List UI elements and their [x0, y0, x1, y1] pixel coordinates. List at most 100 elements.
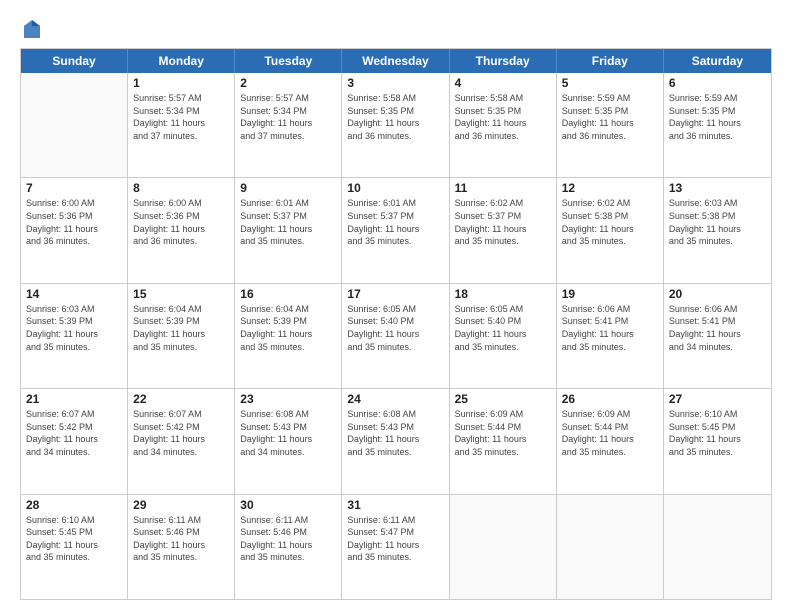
cell-info-text: Sunrise: 5:59 AM Sunset: 5:35 PM Dayligh… — [669, 92, 766, 142]
cell-date-number: 18 — [455, 287, 551, 301]
cell-date-number: 20 — [669, 287, 766, 301]
weekday-header-saturday: Saturday — [664, 49, 771, 73]
cell-date-number: 21 — [26, 392, 122, 406]
cell-info-text: Sunrise: 6:06 AM Sunset: 5:41 PM Dayligh… — [669, 303, 766, 353]
cell-date-number: 25 — [455, 392, 551, 406]
cell-date-number: 17 — [347, 287, 443, 301]
cell-info-text: Sunrise: 6:04 AM Sunset: 5:39 PM Dayligh… — [133, 303, 229, 353]
cell-info-text: Sunrise: 6:05 AM Sunset: 5:40 PM Dayligh… — [347, 303, 443, 353]
weekday-header-thursday: Thursday — [450, 49, 557, 73]
calendar-cell: 22Sunrise: 6:07 AM Sunset: 5:42 PM Dayli… — [128, 389, 235, 493]
weekday-header-tuesday: Tuesday — [235, 49, 342, 73]
calendar-cell — [557, 495, 664, 599]
calendar-cell: 5 Sunrise: 5:59 AM Sunset: 5:35 PM Daylig… — [557, 73, 664, 177]
cell-info-text: Sunrise: 6:06 AM Sunset: 5:41 PM Dayligh… — [562, 303, 658, 353]
calendar-cell: 8 Sunrise: 6:00 AM Sunset: 5:36 PM Daylig… — [128, 178, 235, 282]
calendar-row-1: 7 Sunrise: 6:00 AM Sunset: 5:36 PM Daylig… — [21, 178, 771, 283]
weekday-header-monday: Monday — [128, 49, 235, 73]
cell-info-text: Sunrise: 6:00 AM Sunset: 5:36 PM Dayligh… — [133, 197, 229, 247]
cell-info-text: Sunrise: 6:00 AM Sunset: 5:36 PM Dayligh… — [26, 197, 122, 247]
calendar-body: 1 Sunrise: 5:57 AM Sunset: 5:34 PM Daylig… — [21, 73, 771, 599]
calendar: SundayMondayTuesdayWednesdayThursdayFrid… — [20, 48, 772, 600]
cell-info-text: Sunrise: 6:02 AM Sunset: 5:38 PM Dayligh… — [562, 197, 658, 247]
cell-date-number: 4 — [455, 76, 551, 90]
cell-date-number: 23 — [240, 392, 336, 406]
calendar-cell: 2 Sunrise: 5:57 AM Sunset: 5:34 PM Daylig… — [235, 73, 342, 177]
calendar-row-3: 21 Sunrise: 6:07 AM Sunset: 5:42 PM Dayli… — [21, 389, 771, 494]
cell-info-text: Sunrise: 6:05 AM Sunset: 5:40 PM Dayligh… — [455, 303, 551, 353]
cell-date-number: 27 — [669, 392, 766, 406]
cell-info-text: Sunrise: 6:09 AM Sunset: 5:44 PM Dayligh… — [562, 408, 658, 458]
logo — [20, 18, 44, 40]
calendar-cell: 31 Sunrise: 6:11 AM Sunset: 5:47 PM Dayli… — [342, 495, 449, 599]
cell-info-text: Sunrise: 6:11 AM Sunset: 5:46 PM Dayligh… — [240, 514, 336, 564]
calendar-cell: 25Sunrise: 6:09 AM Sunset: 5:44 PM Dayli… — [450, 389, 557, 493]
calendar-cell — [21, 73, 128, 177]
page: SundayMondayTuesdayWednesdayThursdayFrid… — [0, 0, 792, 612]
calendar-cell: 15Sunrise: 6:04 AM Sunset: 5:39 PM Dayli… — [128, 284, 235, 388]
cell-date-number: 1 — [133, 76, 229, 90]
logo-icon — [22, 18, 42, 40]
calendar-cell: 18 Sunrise: 6:05 AM Sunset: 5:40 PM Dayli… — [450, 284, 557, 388]
cell-info-text: Sunrise: 6:02 AM Sunset: 5:37 PM Dayligh… — [455, 197, 551, 247]
calendar-cell: 19Sunrise: 6:06 AM Sunset: 5:41 PM Dayli… — [557, 284, 664, 388]
cell-date-number: 5 — [562, 76, 658, 90]
cell-info-text: Sunrise: 6:03 AM Sunset: 5:39 PM Dayligh… — [26, 303, 122, 353]
calendar-cell: 29 Sunrise: 6:11 AM Sunset: 5:46 PM Dayli… — [128, 495, 235, 599]
calendar-cell: 9 Sunrise: 6:01 AM Sunset: 5:37 PM Daylig… — [235, 178, 342, 282]
calendar-cell: 1Sunrise: 5:57 AM Sunset: 5:34 PM Daylig… — [128, 73, 235, 177]
cell-date-number: 8 — [133, 181, 229, 195]
cell-info-text: Sunrise: 5:58 AM Sunset: 5:35 PM Dayligh… — [347, 92, 443, 142]
calendar-cell: 26 Sunrise: 6:09 AM Sunset: 5:44 PM Dayli… — [557, 389, 664, 493]
cell-date-number: 24 — [347, 392, 443, 406]
cell-date-number: 11 — [455, 181, 551, 195]
calendar-header-row: SundayMondayTuesdayWednesdayThursdayFrid… — [21, 49, 771, 73]
cell-info-text: Sunrise: 6:04 AM Sunset: 5:39 PM Dayligh… — [240, 303, 336, 353]
cell-info-text: Sunrise: 6:10 AM Sunset: 5:45 PM Dayligh… — [26, 514, 122, 564]
calendar-cell: 12 Sunrise: 6:02 AM Sunset: 5:38 PM Dayli… — [557, 178, 664, 282]
calendar-cell: 3Sunrise: 5:58 AM Sunset: 5:35 PM Daylig… — [342, 73, 449, 177]
cell-date-number: 14 — [26, 287, 122, 301]
calendar-cell: 28Sunrise: 6:10 AM Sunset: 5:45 PM Dayli… — [21, 495, 128, 599]
header — [20, 18, 772, 40]
weekday-header-wednesday: Wednesday — [342, 49, 449, 73]
cell-date-number: 16 — [240, 287, 336, 301]
calendar-cell: 14 Sunrise: 6:03 AM Sunset: 5:39 PM Dayli… — [21, 284, 128, 388]
calendar-cell: 23Sunrise: 6:08 AM Sunset: 5:43 PM Dayli… — [235, 389, 342, 493]
calendar-cell: 13Sunrise: 6:03 AM Sunset: 5:38 PM Dayli… — [664, 178, 771, 282]
calendar-cell: 4 Sunrise: 5:58 AM Sunset: 5:35 PM Daylig… — [450, 73, 557, 177]
cell-info-text: Sunrise: 5:57 AM Sunset: 5:34 PM Dayligh… — [240, 92, 336, 142]
cell-date-number: 2 — [240, 76, 336, 90]
cell-date-number: 13 — [669, 181, 766, 195]
calendar-cell: 21 Sunrise: 6:07 AM Sunset: 5:42 PM Dayli… — [21, 389, 128, 493]
cell-date-number: 29 — [133, 498, 229, 512]
cell-date-number: 31 — [347, 498, 443, 512]
calendar-cell: 7 Sunrise: 6:00 AM Sunset: 5:36 PM Daylig… — [21, 178, 128, 282]
cell-info-text: Sunrise: 5:59 AM Sunset: 5:35 PM Dayligh… — [562, 92, 658, 142]
cell-date-number: 26 — [562, 392, 658, 406]
calendar-cell: 20 Sunrise: 6:06 AM Sunset: 5:41 PM Dayli… — [664, 284, 771, 388]
cell-info-text: Sunrise: 5:58 AM Sunset: 5:35 PM Dayligh… — [455, 92, 551, 142]
calendar-row-0: 1 Sunrise: 5:57 AM Sunset: 5:34 PM Daylig… — [21, 73, 771, 178]
cell-date-number: 12 — [562, 181, 658, 195]
cell-date-number: 9 — [240, 181, 336, 195]
cell-date-number: 7 — [26, 181, 122, 195]
calendar-cell: 27 Sunrise: 6:10 AM Sunset: 5:45 PM Dayli… — [664, 389, 771, 493]
calendar-cell: 17 Sunrise: 6:05 AM Sunset: 5:40 PM Dayli… — [342, 284, 449, 388]
weekday-header-sunday: Sunday — [21, 49, 128, 73]
cell-info-text: Sunrise: 6:07 AM Sunset: 5:42 PM Dayligh… — [133, 408, 229, 458]
cell-info-text: Sunrise: 6:07 AM Sunset: 5:42 PM Dayligh… — [26, 408, 122, 458]
weekday-header-friday: Friday — [557, 49, 664, 73]
calendar-cell — [450, 495, 557, 599]
cell-info-text: Sunrise: 6:08 AM Sunset: 5:43 PM Dayligh… — [347, 408, 443, 458]
calendar-cell: 10Sunrise: 6:01 AM Sunset: 5:37 PM Dayli… — [342, 178, 449, 282]
cell-info-text: Sunrise: 6:01 AM Sunset: 5:37 PM Dayligh… — [240, 197, 336, 247]
cell-info-text: Sunrise: 6:11 AM Sunset: 5:47 PM Dayligh… — [347, 514, 443, 564]
calendar-cell: 30Sunrise: 6:11 AM Sunset: 5:46 PM Dayli… — [235, 495, 342, 599]
calendar-cell: 16 Sunrise: 6:04 AM Sunset: 5:39 PM Dayli… — [235, 284, 342, 388]
cell-date-number: 6 — [669, 76, 766, 90]
calendar-cell: 24 Sunrise: 6:08 AM Sunset: 5:43 PM Dayli… — [342, 389, 449, 493]
cell-date-number: 10 — [347, 181, 443, 195]
cell-info-text: Sunrise: 6:11 AM Sunset: 5:46 PM Dayligh… — [133, 514, 229, 564]
cell-info-text: Sunrise: 6:10 AM Sunset: 5:45 PM Dayligh… — [669, 408, 766, 458]
